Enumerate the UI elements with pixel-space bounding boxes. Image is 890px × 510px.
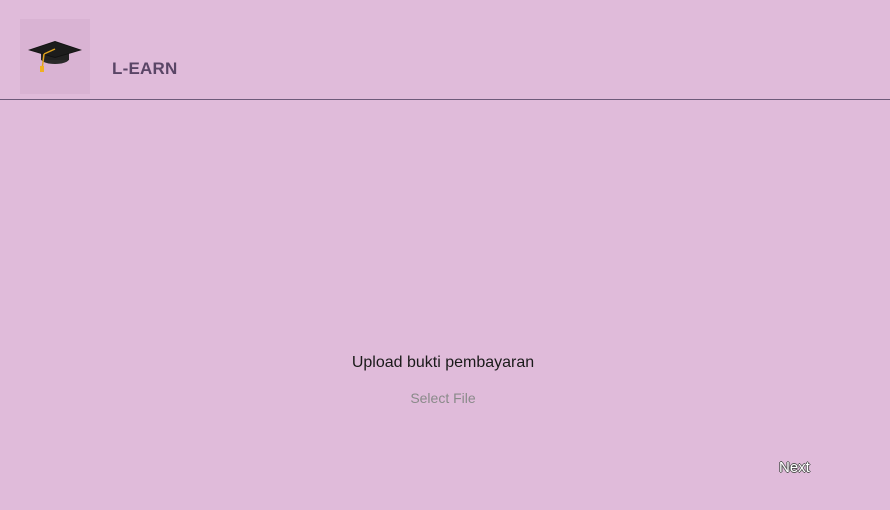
select-file-button[interactable]: Select File xyxy=(0,390,886,406)
app-header: L-EARN xyxy=(0,0,890,99)
app-logo xyxy=(20,19,90,94)
app-title: L-EARN xyxy=(112,59,178,78)
upload-label: Upload bukti pembayaran xyxy=(351,354,535,371)
header-divider xyxy=(0,99,890,100)
graduation-cap-icon xyxy=(26,40,84,74)
next-button[interactable]: Next xyxy=(779,459,810,476)
